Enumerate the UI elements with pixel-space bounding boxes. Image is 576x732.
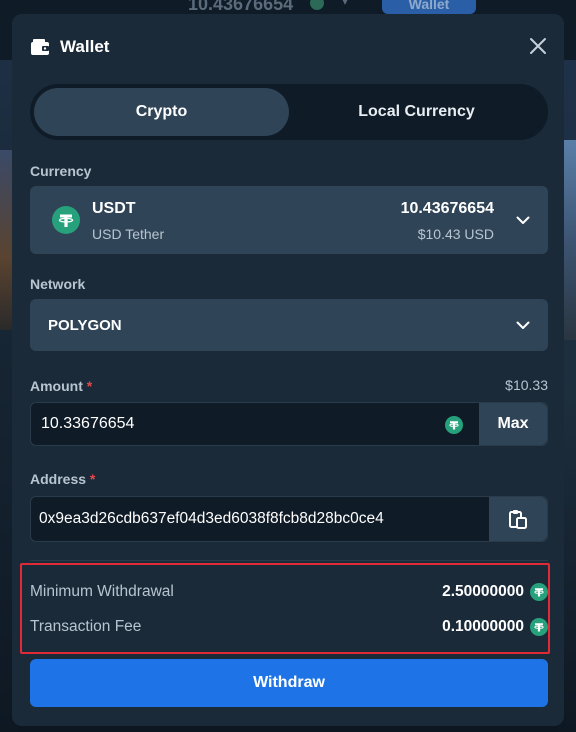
transaction-fee-value-group: 0.10000000 xyxy=(442,618,548,636)
modal-title: Wallet xyxy=(60,37,110,56)
address-label-text: Address xyxy=(30,471,87,487)
transaction-fee-label: Transaction Fee xyxy=(30,618,142,635)
min-withdrawal-label: Minimum Withdrawal xyxy=(30,583,174,600)
currency-select[interactable]: USDT USD Tether 10.43676654 $10.43 USD xyxy=(30,186,548,254)
min-withdrawal-row: Minimum Withdrawal 2.50000000 xyxy=(30,581,548,603)
background-wallet-button: Wallet xyxy=(382,0,476,14)
required-mark: * xyxy=(86,378,93,394)
currency-balance-usd: $10.43 USD xyxy=(417,226,494,242)
amount-usd-value: $10.33 xyxy=(505,377,548,393)
transaction-fee-row: Transaction Fee 0.10000000 xyxy=(30,616,548,638)
amount-field: Max xyxy=(30,402,548,446)
currency-type-tabs: Crypto Local Currency xyxy=(30,84,548,140)
modal-header: Wallet xyxy=(12,14,564,80)
min-withdrawal-value: 2.50000000 xyxy=(442,583,524,600)
address-label: Address * xyxy=(30,471,95,487)
amount-input[interactable] xyxy=(41,403,431,445)
currency-balance: 10.43676654 xyxy=(400,200,494,217)
tab-local-currency[interactable]: Local Currency xyxy=(289,88,544,136)
wallet-modal: Wallet Crypto Local Currency Currency US… xyxy=(12,14,564,726)
amount-label: Amount * xyxy=(30,378,92,394)
tether-icon xyxy=(530,618,548,636)
wallet-icon xyxy=(31,39,49,55)
amount-label-text: Amount xyxy=(30,378,83,394)
close-icon[interactable] xyxy=(528,36,548,56)
network-value: POLYGON xyxy=(48,317,122,334)
currency-label: Currency xyxy=(30,163,92,179)
max-button[interactable]: Max xyxy=(479,403,547,445)
network-label: Network xyxy=(30,276,86,292)
background-balance: 10.43676654 xyxy=(188,0,294,14)
withdraw-button[interactable]: Withdraw xyxy=(30,659,548,707)
address-input[interactable] xyxy=(39,497,491,541)
chevron-down-icon xyxy=(516,216,530,224)
currency-code: USDT xyxy=(92,200,136,217)
paste-icon xyxy=(509,510,527,529)
address-field xyxy=(30,496,548,542)
divider xyxy=(30,560,548,561)
background-tether-icon xyxy=(310,0,324,10)
background-chevron-icon: ▾ xyxy=(342,0,349,8)
currency-name: USD Tether xyxy=(92,226,165,242)
tether-icon xyxy=(530,583,548,601)
required-mark: * xyxy=(89,471,96,487)
network-select[interactable]: POLYGON xyxy=(30,299,548,351)
paste-button[interactable] xyxy=(489,497,547,541)
chevron-down-icon xyxy=(516,321,530,329)
highlight-box xyxy=(20,563,550,654)
min-withdrawal-value-group: 2.50000000 xyxy=(442,583,548,601)
transaction-fee-value: 0.10000000 xyxy=(442,618,524,635)
tether-icon xyxy=(52,206,80,234)
tether-icon xyxy=(445,416,463,434)
tab-crypto[interactable]: Crypto xyxy=(34,88,289,136)
